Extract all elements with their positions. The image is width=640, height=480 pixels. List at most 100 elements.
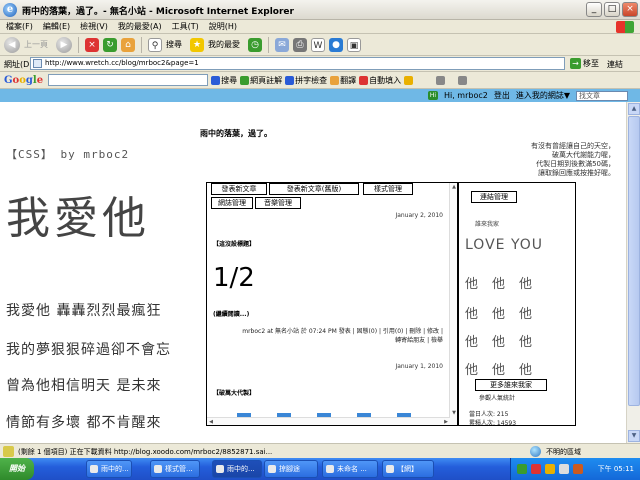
more-visitors-button[interactable]: 更多誰來我家 <box>475 379 547 391</box>
favorites-button-label[interactable]: 我的最愛 <box>208 39 240 50</box>
network-tray-icon[interactable] <box>545 464 555 474</box>
menu-tools[interactable]: 工具(T) <box>172 21 199 32</box>
nav-toolbar: ◀ 上一頁 ▶ × ↻ ⌂ ⚲ 搜尋 ★ 我的最愛 ◷ ✉ ⎙ W ● ▣ <box>0 34 640 56</box>
history-icon[interactable]: ◷ <box>248 37 262 52</box>
tab-style-manage[interactable]: 樣式管理 <box>363 183 413 195</box>
tab-music-manage[interactable]: 音樂管理 <box>255 197 301 209</box>
posts-horizontal-scrollbar[interactable]: ◀ ▶ <box>207 417 450 425</box>
forward-arrow-icon[interactable]: ▶ <box>56 36 72 53</box>
print-icon[interactable]: ⎙ <box>293 37 307 52</box>
volume-tray-icon[interactable] <box>559 464 569 474</box>
folder-icon <box>268 465 276 473</box>
address-label: 網址(D) <box>4 60 33 69</box>
scroll-up-icon[interactable]: ▲ <box>450 183 458 191</box>
tab-new-post-legacy[interactable]: 發表新文章(舊版) <box>269 183 359 195</box>
post-title[interactable]: 【破萬大代製】 <box>213 388 255 397</box>
my-blog-link[interactable]: 進入我的網誌▼ <box>516 90 570 101</box>
menu-view[interactable]: 檢視(V) <box>80 21 108 32</box>
visitor-row: 他他他 <box>465 335 547 350</box>
page-scrollbar[interactable]: ▲ ▼ <box>626 102 640 443</box>
posts-vertical-scrollbar[interactable]: ▲ ▼ <box>449 183 457 425</box>
pencil-icon[interactable] <box>404 75 414 85</box>
go-button[interactable]: → 移至 <box>570 58 599 69</box>
favorites-star-icon[interactable]: ★ <box>190 37 204 52</box>
close-button[interactable]: × <box>622 2 638 17</box>
antivirus-tray-icon[interactable] <box>531 464 541 474</box>
maximize-button[interactable]: □ <box>604 2 620 17</box>
sidebar-panel: 連結管理 誰來我家 LOVE YOU 他他他 他他他 他他他 他他他 更多誰來我… <box>458 182 576 427</box>
account-icon[interactable] <box>458 75 468 85</box>
user-icon: Hi <box>427 91 438 100</box>
settings-icon[interactable] <box>436 75 446 85</box>
logout-link[interactable]: 登出 <box>494 90 510 101</box>
posts-panel: 發表新文章 發表新文章(舊版) 樣式管理 網誌管理 音樂管理 January 2… <box>206 182 458 426</box>
search-icon[interactable]: ⚲ <box>148 37 162 52</box>
scroll-down-icon[interactable]: ▼ <box>628 430 640 442</box>
page-icon <box>33 59 42 68</box>
stop-icon[interactable]: × <box>85 37 99 52</box>
start-button[interactable]: 開始 <box>0 458 34 480</box>
scroll-right-icon[interactable]: ▶ <box>442 418 450 426</box>
google-logo: Google <box>4 74 44 86</box>
research-icon[interactable]: ▣ <box>347 37 361 52</box>
scrollbar-thumb[interactable] <box>628 116 640 406</box>
back-button-label[interactable]: 上一頁 <box>24 39 48 50</box>
links-button[interactable]: 連結 <box>607 59 623 70</box>
google-annotate-button[interactable]: 網頁註解 <box>240 75 282 86</box>
security-zone: 不明的區域 <box>546 448 581 456</box>
read-more-link[interactable]: (繼續閱讀...) <box>213 309 249 318</box>
taskbar-item[interactable]: 雨中的... <box>86 460 132 478</box>
love-you-text: LOVE YOU <box>465 237 543 253</box>
taskbar-item[interactable]: 未命名 ... <box>322 460 378 478</box>
address-url: http://www.wretch.cc/blog/mrboc2&page=1 <box>45 59 199 67</box>
tab-new-post[interactable]: 發表新文章 <box>211 183 267 195</box>
taskbar-item[interactable]: 掠腳途 <box>264 460 318 478</box>
post-date: January 2, 2010 <box>395 212 443 219</box>
go-arrow-icon: → <box>570 58 581 69</box>
article-search-input[interactable]: 找文章 <box>576 90 628 101</box>
google-spell-button[interactable]: 拼字檢查 <box>285 75 327 86</box>
messenger-tray-icon[interactable] <box>517 464 527 474</box>
edit-icon[interactable]: W <box>311 37 325 52</box>
link-manage-button[interactable]: 連結管理 <box>471 191 517 203</box>
visitor-row: 他他他 <box>465 277 547 292</box>
address-bar: 網址(D) http://www.wretch.cc/blog/mrboc2&p… <box>0 56 640 72</box>
google-toolbar: Google 搜尋 網頁註解 拼字檢查 翻譯 自動填入 <box>0 72 640 89</box>
minimize-button[interactable]: _ <box>586 2 602 17</box>
scroll-up-icon[interactable]: ▲ <box>628 103 640 115</box>
tab-blog-manage[interactable]: 網誌管理 <box>211 197 253 209</box>
post-body: 1/2 <box>213 263 255 293</box>
address-input[interactable]: http://www.wretch.cc/blog/mrboc2&page=1 <box>30 57 565 70</box>
taskbar-item[interactable]: 樣式管... <box>150 460 200 478</box>
google-search-input[interactable] <box>48 74 209 86</box>
back-arrow-icon[interactable]: ◀ <box>4 36 20 53</box>
windows-logo-icon <box>616 21 634 33</box>
messenger-icon[interactable]: ● <box>329 37 343 52</box>
mail-icon[interactable]: ✉ <box>275 37 289 52</box>
translate-icon <box>330 75 340 85</box>
menu-edit[interactable]: 編輯(E) <box>43 21 70 32</box>
visitors-caption: 誰來我家 <box>475 221 500 228</box>
refresh-icon[interactable]: ↻ <box>103 37 117 52</box>
scroll-left-icon[interactable]: ◀ <box>207 418 215 426</box>
scroll-down-icon[interactable]: ▼ <box>450 409 458 417</box>
lyric-line: 情節有多壞 都不肯醒來 <box>6 415 162 431</box>
post-title[interactable]: 【這沒設標題】 <box>213 239 255 248</box>
lyric-line: 我的夢狠狠碎過卻不會忘 <box>6 342 171 358</box>
clock: 下午 05:11 <box>597 465 634 473</box>
taskbar-item[interactable]: 雨中的... <box>212 460 262 478</box>
system-tray: 下午 05:11 <box>510 458 640 480</box>
google-autofill-button[interactable]: 自動填入 <box>359 75 401 86</box>
google-search-button[interactable]: 搜尋 <box>211 75 237 86</box>
menu-favorites[interactable]: 我的最愛(A) <box>118 21 162 32</box>
taskbar-item[interactable]: 【網】 <box>382 460 434 478</box>
menu-help[interactable]: 說明(H) <box>209 21 237 32</box>
search-button-label[interactable]: 搜尋 <box>166 39 182 50</box>
menu-file[interactable]: 檔案(F) <box>6 21 33 32</box>
home-icon[interactable]: ⌂ <box>121 37 135 52</box>
google-translate-button[interactable]: 翻譯 <box>330 75 356 86</box>
title-bar: e 雨中的落葉，過了。- 無名小站 - Microsoft Internet E… <box>0 0 640 20</box>
lyric-line: 曾為他相信明天 是未來 <box>6 378 162 394</box>
taskbar: 開始 雨中的... 樣式管... 雨中的... 掠腳途 未命名 ... 【網】 … <box>0 458 640 480</box>
security-tray-icon[interactable] <box>573 464 583 474</box>
